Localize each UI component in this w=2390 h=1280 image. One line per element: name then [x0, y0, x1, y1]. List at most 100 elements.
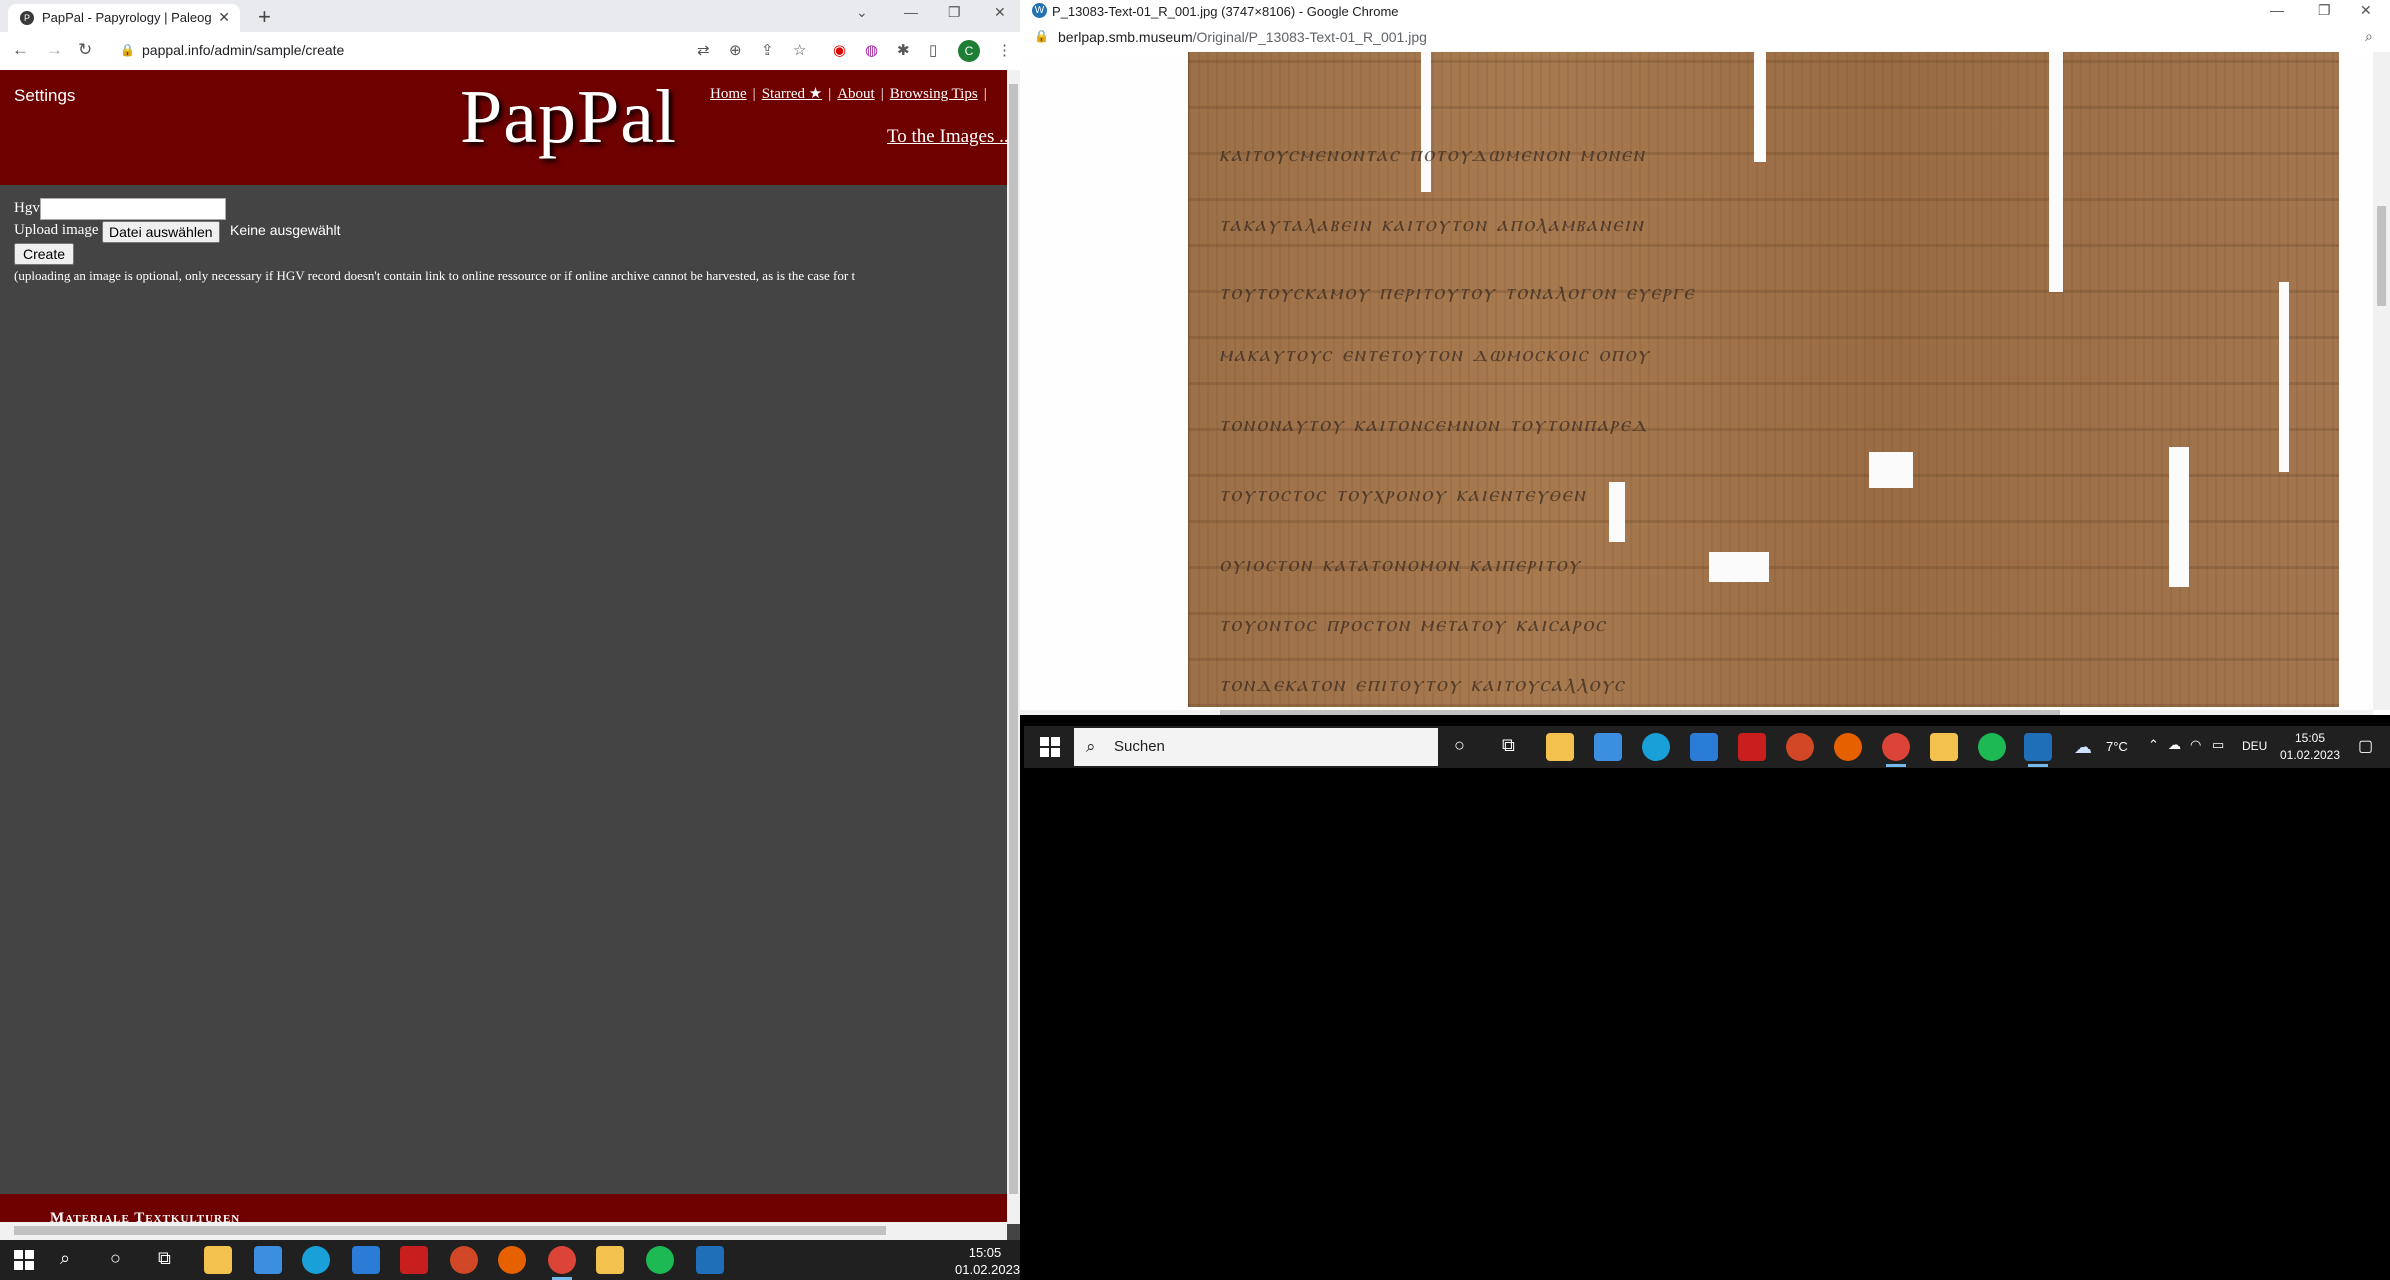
- chrome-icon[interactable]: [1882, 733, 1910, 767]
- search-placeholder: Suchen: [1114, 738, 1165, 755]
- vertical-scroll-thumb[interactable]: [1009, 84, 1018, 1194]
- chrome-icon[interactable]: [548, 1246, 576, 1280]
- forward-icon[interactable]: →: [46, 40, 63, 60]
- powerpoint-icon[interactable]: [1786, 733, 1814, 761]
- file-explorer-icon[interactable]: [1546, 733, 1574, 761]
- spotify-icon[interactable]: [646, 1246, 674, 1274]
- nav-separator: |: [752, 86, 756, 102]
- store-icon[interactable]: [254, 1246, 282, 1274]
- close-tab-icon[interactable]: ✕: [218, 9, 230, 26]
- task-view-icon[interactable]: ⧉: [1502, 735, 1515, 756]
- nav-about[interactable]: About: [837, 86, 875, 102]
- vertical-scrollbar[interactable]: [1007, 70, 1020, 1224]
- close-window-icon[interactable]: ✕: [2360, 2, 2372, 19]
- close-window-icon[interactable]: ✕: [994, 4, 1006, 21]
- firefox-icon[interactable]: [498, 1246, 526, 1274]
- hgv-input[interactable]: [40, 198, 226, 220]
- battery-icon[interactable]: ▭: [2212, 737, 2224, 753]
- url-path: /Original/P_13083-Text-01_R_001.jpg: [1192, 29, 1427, 45]
- start-icon[interactable]: [14, 1250, 34, 1270]
- create-button[interactable]: Create: [14, 243, 75, 265]
- right-horizontal-scroll-thumb[interactable]: [1220, 710, 2060, 715]
- taskbar-search-box[interactable]: ⌕ Suchen: [1074, 728, 1438, 766]
- nav-home[interactable]: Home: [710, 86, 747, 102]
- pappal-logo[interactable]: PapPal: [460, 74, 677, 161]
- to-the-images-link[interactable]: To the Images ...: [887, 126, 1013, 148]
- new-tab-icon[interactable]: +: [258, 4, 271, 30]
- zoom-icon[interactable]: ⊕: [729, 41, 742, 59]
- restore-icon[interactable]: ❐: [2318, 2, 2331, 19]
- papyrus-image[interactable]: ⲕⲁⲓⲧⲟⲩⲥⲙⲉⲛⲟⲛⲧⲁⲥ ⲡⲟⲧⲟⲩⲇⲱⲙⲉⲛⲟⲛ ⲙⲟⲛⲉⲛ ⲧⲁⲕⲁⲩ…: [1188, 52, 2339, 707]
- file-manager-icon[interactable]: [596, 1246, 624, 1274]
- back-icon[interactable]: ←: [12, 40, 29, 60]
- right-time: 15:05: [2294, 731, 2326, 745]
- share-icon[interactable]: ⇪: [761, 41, 774, 59]
- file-explorer-icon[interactable]: [204, 1246, 232, 1274]
- restore-icon[interactable]: ❐: [948, 4, 961, 21]
- choose-file-button[interactable]: Datei auswählen: [102, 221, 220, 243]
- right-clock[interactable]: 15:05 01.02.2023: [2278, 730, 2342, 764]
- horizontal-scrollbar[interactable]: [0, 1222, 1007, 1240]
- script-line: ⲧⲟⲛⲟⲛⲁⲩⲧⲟⲩ ⲕⲁⲓⲧⲟⲛⲥⲉⲙⲛⲟⲛ ⲧⲟⲩⲧⲟⲛⲡⲁⲣⲉⲇ: [1219, 412, 1649, 434]
- address-bar[interactable]: pappal.info/admin/sample/create: [142, 42, 344, 58]
- start-icon[interactable]: [1040, 737, 1060, 757]
- papyrus-gap: [2279, 282, 2289, 472]
- translate-icon[interactable]: ⇄: [697, 41, 710, 59]
- right-horizontal-scrollbar[interactable]: [1020, 710, 2373, 715]
- photos-icon[interactable]: [696, 1246, 724, 1274]
- left-clock[interactable]: 15:05 01.02.2023: [955, 1244, 1020, 1278]
- right-vertical-scroll-thumb[interactable]: [2377, 206, 2386, 306]
- upload-note: (uploading an image is optional, only ne…: [14, 268, 856, 283]
- settings-link[interactable]: Settings: [14, 86, 75, 106]
- cortana-icon[interactable]: ○: [1454, 735, 1465, 756]
- zoom-icon[interactable]: ⌕: [2365, 28, 2373, 45]
- file-manager-icon[interactable]: [1930, 733, 1958, 761]
- wifi-icon[interactable]: ◠: [2190, 737, 2201, 753]
- tray-chevron-icon[interactable]: ⌃: [2148, 737, 2159, 753]
- image-viewport[interactable]: ⲕⲁⲓⲧⲟⲩⲥⲙⲉⲛⲟⲛⲧⲁⲥ ⲡⲟⲧⲟⲩⲇⲱⲙⲉⲛⲟⲛ ⲙⲟⲛⲉⲛ ⲧⲁⲕⲁⲩ…: [1020, 52, 2373, 710]
- extension-red-icon[interactable]: ◉: [833, 41, 846, 59]
- nav-starred[interactable]: Starred ★: [762, 86, 823, 102]
- weather-temp[interactable]: 7°C: [2106, 739, 2128, 754]
- extensions-puzzle-icon[interactable]: ✱: [897, 41, 910, 59]
- sidebar-icon[interactable]: ▯: [929, 41, 937, 59]
- notification-icon[interactable]: ▢: [2358, 736, 2373, 756]
- right-taskbar: ⌕ Suchen ○ ⧉ ☁ 7°C ⌃ ☁ ◠ ▭ DEU 15:05 01.…: [1024, 726, 2390, 768]
- mail-icon[interactable]: [352, 1246, 380, 1274]
- minimize-icon[interactable]: —: [904, 4, 918, 20]
- right-address-bar[interactable]: 🔒 berlpap.smb.museum/Original/P_13083-Te…: [1020, 22, 2390, 53]
- script-line: ⲙⲁⲕⲁⲩⲧⲟⲩⲥ ⲉⲛⲧⲉⲧⲟⲩⲧⲟⲛ ⲇⲱⲙⲟⲥⲕⲟⲓⲥ ⲟⲡⲟⲩ: [1219, 342, 1651, 364]
- spotify-icon[interactable]: [1978, 733, 2006, 761]
- menu-dots-icon[interactable]: ⋮: [997, 41, 1012, 59]
- main-nav: Home | Starred ★ | About | Browsing Tips |: [710, 84, 993, 103]
- acrobat-icon[interactable]: [400, 1246, 428, 1274]
- language-indicator[interactable]: DEU: [2242, 739, 2267, 753]
- minimize-icon[interactable]: —: [2270, 2, 2284, 18]
- edge-icon[interactable]: [1642, 733, 1670, 761]
- powerpoint-icon[interactable]: [450, 1246, 478, 1274]
- right-vertical-scrollbar[interactable]: [2373, 52, 2390, 710]
- pappal-header: Settings PapPal Home | Starred ★ | About | Bro…: [0, 70, 1013, 185]
- nav-separator: |: [828, 86, 832, 102]
- profile-avatar[interactable]: C: [958, 40, 980, 62]
- cortana-icon[interactable]: ○: [110, 1248, 121, 1269]
- script-line: ⲧⲟⲩⲧⲟⲩⲥⲕⲁⲙⲟⲩ ⲡⲉⲣⲓⲧⲟⲩⲧⲟⲩ ⲧⲟⲛⲁⲗⲟⲅⲟⲛ ⲉⲩⲉⲣⲅⲉ: [1219, 280, 1696, 302]
- tab-search-chevron-icon[interactable]: ⌄: [856, 4, 868, 21]
- reload-icon[interactable]: ↻: [78, 40, 92, 60]
- script-line: ⲧⲟⲛⲇⲉⲕⲁⲧⲟⲛ ⲉⲡⲓⲧⲟⲩⲧⲟⲩ ⲕⲁⲓⲧⲟⲩⲥⲁⲗⲗⲟⲩⲥ: [1219, 672, 1626, 694]
- extension-purple-icon[interactable]: ◍: [865, 41, 878, 59]
- store-icon[interactable]: [1594, 733, 1622, 761]
- task-view-icon[interactable]: ⧉: [158, 1248, 171, 1269]
- nav-browsing-tips[interactable]: Browsing Tips: [890, 86, 978, 102]
- weather-cloud-icon[interactable]: ☁: [2074, 737, 2092, 758]
- edge-icon[interactable]: [302, 1246, 330, 1274]
- cloud-sync-icon[interactable]: ☁: [2168, 737, 2181, 753]
- pappal-tab[interactable]: P PapPal - Papyrology | Paleograph ✕: [8, 4, 240, 32]
- search-icon[interactable]: ⌕: [60, 1248, 70, 1269]
- bookmark-star-icon[interactable]: ☆: [793, 41, 806, 59]
- acrobat-icon[interactable]: [1738, 733, 1766, 761]
- photos-icon[interactable]: [2024, 733, 2052, 767]
- firefox-icon[interactable]: [1834, 733, 1862, 761]
- horizontal-scroll-thumb[interactable]: [14, 1226, 886, 1235]
- mail-icon[interactable]: [1690, 733, 1718, 761]
